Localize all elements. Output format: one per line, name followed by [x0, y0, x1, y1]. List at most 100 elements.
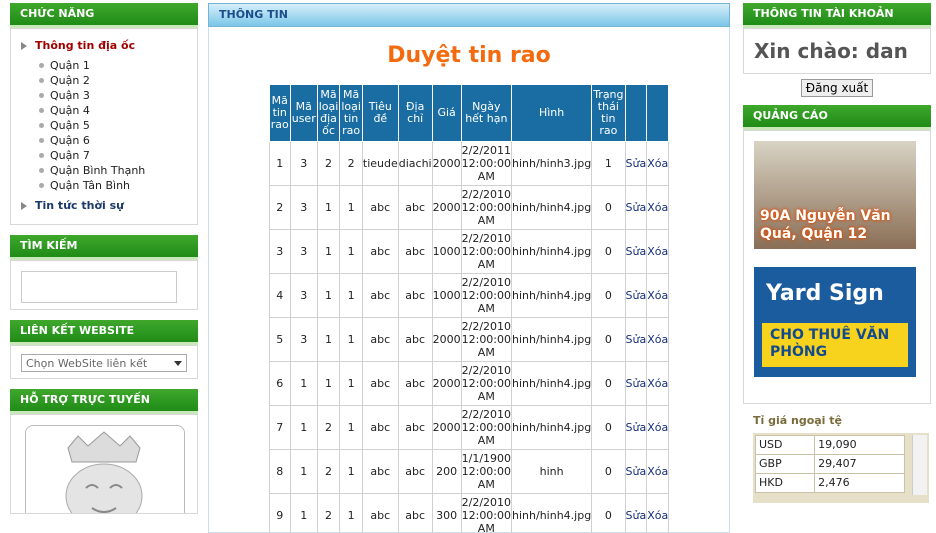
- currency-code: USD: [756, 436, 815, 455]
- table-cell: 2000: [432, 406, 461, 450]
- table-cell: abc: [362, 450, 398, 494]
- logout-button[interactable]: Đăng xuất: [801, 79, 873, 97]
- table-cell: 2/2/2010 12:00:00 AM: [461, 186, 511, 230]
- delete-link[interactable]: Xóa: [647, 142, 669, 186]
- table-cell: hinh/hinh4.jpg: [512, 274, 592, 318]
- column-header: Trạng thái tin rao: [592, 85, 625, 142]
- table-cell: abc: [398, 362, 432, 406]
- table-row: 5311abcabc20002/2/2010 12:00:00 AMhinh/h…: [269, 318, 668, 362]
- left-sidebar: CHỨC NĂNG Thông tin địa ốc Quận 1Quận 2Q…: [10, 3, 198, 514]
- district-item[interactable]: Quận 5: [39, 118, 197, 133]
- column-header: Mã tin rao: [269, 85, 290, 142]
- table-cell: hinh/hinh4.jpg: [512, 406, 592, 450]
- edit-link[interactable]: Sửa: [625, 142, 647, 186]
- table-cell: 3: [290, 318, 317, 362]
- support-panel: [10, 414, 198, 514]
- arrow-icon: [21, 202, 27, 210]
- bullet-icon: [39, 78, 44, 83]
- support-title: HỖ TRỢ TRỰC TUYẾN: [10, 389, 198, 414]
- table-cell: 3: [290, 186, 317, 230]
- exchange-rate-row: GBP29,407: [756, 455, 905, 474]
- exchange-rate-row: USD19,090: [756, 436, 905, 455]
- search-title: TÌM KIẾM: [10, 235, 198, 260]
- ad-banner-yard-sign[interactable]: Yard Sign CHO THUÊ VĂN PHÒNG: [754, 267, 916, 377]
- table-cell: 1: [340, 318, 363, 362]
- table-cell: 1000: [432, 230, 461, 274]
- edit-link[interactable]: Sửa: [625, 318, 647, 362]
- district-item[interactable]: Quận Bình Thạnh: [39, 163, 197, 178]
- district-item[interactable]: Quận 2: [39, 73, 197, 88]
- table-cell: 1: [317, 230, 340, 274]
- district-item[interactable]: Quận 4: [39, 103, 197, 118]
- listing-table: Mã tin raoMã userMã loại địa ốcMã loại t…: [269, 84, 669, 533]
- delete-link[interactable]: Xóa: [647, 494, 669, 533]
- table-cell: 2: [269, 186, 290, 230]
- edit-link[interactable]: Sửa: [625, 494, 647, 533]
- table-cell: 2000: [432, 362, 461, 406]
- table-cell: abc: [398, 318, 432, 362]
- table-cell: 7: [269, 406, 290, 450]
- greeting: Xin chào: dan: [744, 29, 930, 73]
- currency-code: HKD: [756, 474, 815, 493]
- column-header: [625, 85, 647, 142]
- delete-link[interactable]: Xóa: [647, 450, 669, 494]
- main-panel-title: THÔNG TIN: [208, 3, 730, 27]
- edit-link[interactable]: Sửa: [625, 274, 647, 318]
- delete-link[interactable]: Xóa: [647, 318, 669, 362]
- table-cell: 1: [340, 362, 363, 406]
- account-title: THÔNG TIN TÀI KHOẢN: [743, 3, 931, 28]
- search-input[interactable]: [21, 271, 177, 303]
- ad-banner-address[interactable]: 90A Nguyễn Văn Quá, Quận 12: [754, 141, 916, 249]
- district-item[interactable]: Quận 1: [39, 58, 197, 73]
- table-cell: abc: [398, 230, 432, 274]
- edit-link[interactable]: Sửa: [625, 230, 647, 274]
- table-cell: 2000: [432, 142, 461, 186]
- column-header: Ngày hết hạn: [461, 85, 511, 142]
- table-header: Mã tin raoMã userMã loại địa ốcMã loại t…: [269, 85, 668, 142]
- edit-link[interactable]: Sửa: [625, 450, 647, 494]
- yahoo-messenger-avatar[interactable]: [25, 425, 185, 514]
- table-cell: 0: [592, 362, 625, 406]
- table-cell: 1: [317, 318, 340, 362]
- table-cell: 2/2/2010 12:00:00 AM: [461, 230, 511, 274]
- bullet-icon: [39, 153, 44, 158]
- table-cell: abc: [398, 406, 432, 450]
- table-cell: hinh/hinh4.jpg: [512, 318, 592, 362]
- table-cell: abc: [362, 318, 398, 362]
- edit-link[interactable]: Sửa: [625, 362, 647, 406]
- district-item[interactable]: Quận Tân Bình: [39, 178, 197, 193]
- delete-link[interactable]: Xóa: [647, 186, 669, 230]
- table-row: 1322tieudediachi20002/2/2011 12:00:00 AM…: [269, 142, 668, 186]
- table-cell: 2: [317, 494, 340, 533]
- district-item[interactable]: Quận 3: [39, 88, 197, 103]
- table-cell: 5: [269, 318, 290, 362]
- table-row: 9121abcabc3002/2/2010 12:00:00 AMhinh/hi…: [269, 494, 668, 533]
- delete-link[interactable]: Xóa: [647, 406, 669, 450]
- scrollbar[interactable]: [912, 435, 927, 495]
- delete-link[interactable]: Xóa: [647, 230, 669, 274]
- account-panel: Xin chào: dan: [743, 28, 931, 74]
- table-cell: 2/2/2010 12:00:00 AM: [461, 406, 511, 450]
- table-cell: 2/2/2011 12:00:00 AM: [461, 142, 511, 186]
- edit-link[interactable]: Sửa: [625, 186, 647, 230]
- main-panel-body: Duyệt tin rao Mã tin raoMã userMã loại đ…: [208, 27, 730, 533]
- messenger-icon: [26, 426, 184, 514]
- bullet-icon: [39, 123, 44, 128]
- table-cell: abc: [398, 186, 432, 230]
- delete-link[interactable]: Xóa: [647, 362, 669, 406]
- website-link-select[interactable]: Chọn WebSite liên kết: [21, 354, 187, 372]
- edit-link[interactable]: Sửa: [625, 406, 647, 450]
- district-item[interactable]: Quận 7: [39, 148, 197, 163]
- table-cell: 4: [269, 274, 290, 318]
- column-header: Mã user: [290, 85, 317, 142]
- menu-item-real-estate[interactable]: Thông tin địa ốc: [21, 39, 197, 52]
- links-panel: Chọn WebSite liên kết: [10, 345, 198, 379]
- table-cell: diachi: [398, 142, 432, 186]
- table-cell: 2: [317, 142, 340, 186]
- table-cell: 1: [290, 362, 317, 406]
- delete-link[interactable]: Xóa: [647, 274, 669, 318]
- district-item[interactable]: Quận 6: [39, 133, 197, 148]
- table-cell: abc: [362, 362, 398, 406]
- table-cell: 2/2/2010 12:00:00 AM: [461, 274, 511, 318]
- menu-item-news[interactable]: Tin tức thời sự: [21, 199, 197, 212]
